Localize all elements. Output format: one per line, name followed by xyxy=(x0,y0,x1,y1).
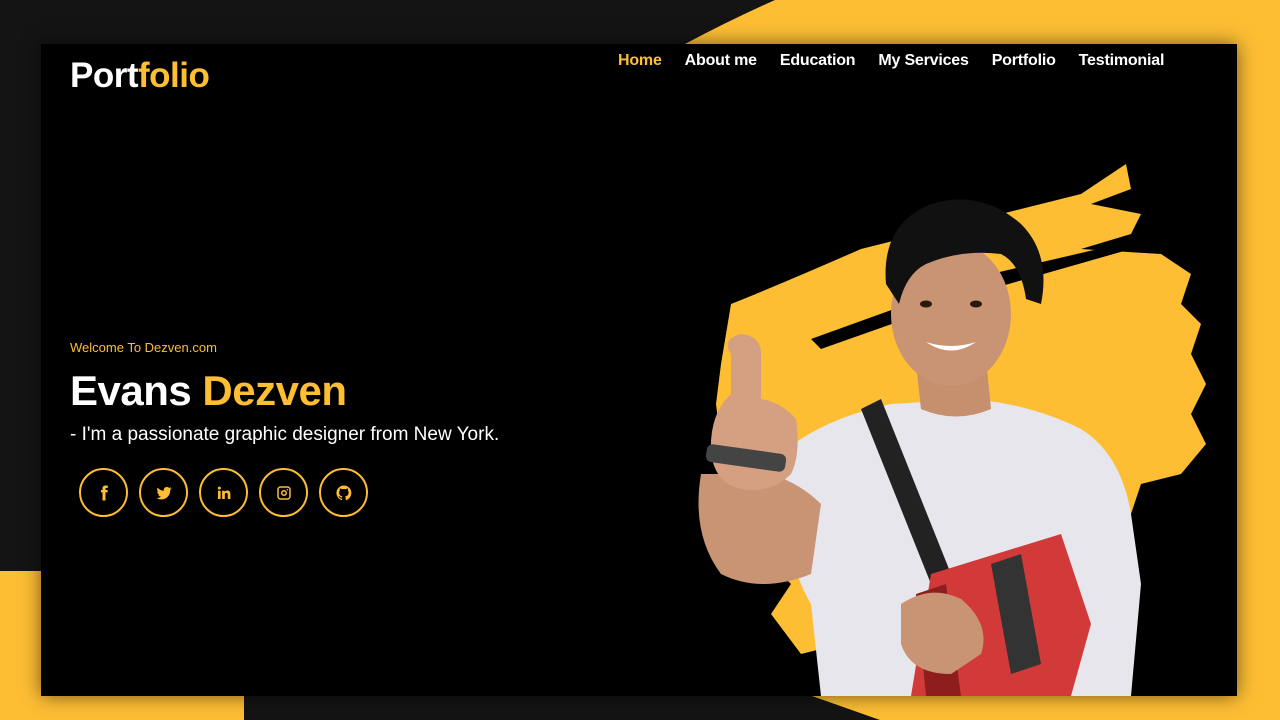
hero-name: Evans Dezven xyxy=(70,367,499,414)
yellow-strip-right xyxy=(1237,0,1280,720)
twitter-button[interactable] xyxy=(139,468,188,518)
main-nav: Home About me Education My Services Port… xyxy=(618,52,1187,70)
person-arm xyxy=(698,474,821,584)
nav-portfolio[interactable]: Portfolio xyxy=(992,52,1056,70)
first-name: Evans xyxy=(70,367,192,414)
welcome-text: Welcome To Dezven.com xyxy=(70,340,217,355)
facebook-icon xyxy=(100,485,108,501)
instagram-icon xyxy=(276,485,291,500)
website-frame: Portfolio Home About me Education My Ser… xyxy=(41,44,1237,696)
facebook-button[interactable] xyxy=(79,468,128,518)
instagram-button[interactable] xyxy=(259,468,308,518)
github-button[interactable] xyxy=(319,468,368,518)
yellow-block-bottom-left xyxy=(0,696,244,720)
logo[interactable]: Portfolio xyxy=(70,56,210,96)
hero-text: Welcome To Dezven.com Evans Dezven - I'm… xyxy=(70,340,500,518)
github-icon xyxy=(335,485,351,500)
nav-my-services[interactable]: My Services xyxy=(878,52,969,70)
nav-education[interactable]: Education xyxy=(780,52,856,70)
social-links xyxy=(79,468,499,518)
nav-testimonial[interactable]: Testimonial xyxy=(1079,52,1165,70)
linkedin-button[interactable] xyxy=(199,468,248,518)
nav-about-me[interactable]: About me xyxy=(685,52,757,70)
hero-image xyxy=(698,164,1206,696)
logo-accent: folio xyxy=(138,56,210,95)
twitter-icon xyxy=(156,486,172,500)
nav-home[interactable]: Home xyxy=(618,52,662,70)
logo-primary: Port xyxy=(70,56,139,95)
linkedin-icon xyxy=(217,486,230,499)
last-name: Dezven xyxy=(202,367,347,414)
tagline: - I'm a passionate graphic designer from… xyxy=(70,424,500,446)
yellow-shape-bottom-right xyxy=(812,696,1280,720)
